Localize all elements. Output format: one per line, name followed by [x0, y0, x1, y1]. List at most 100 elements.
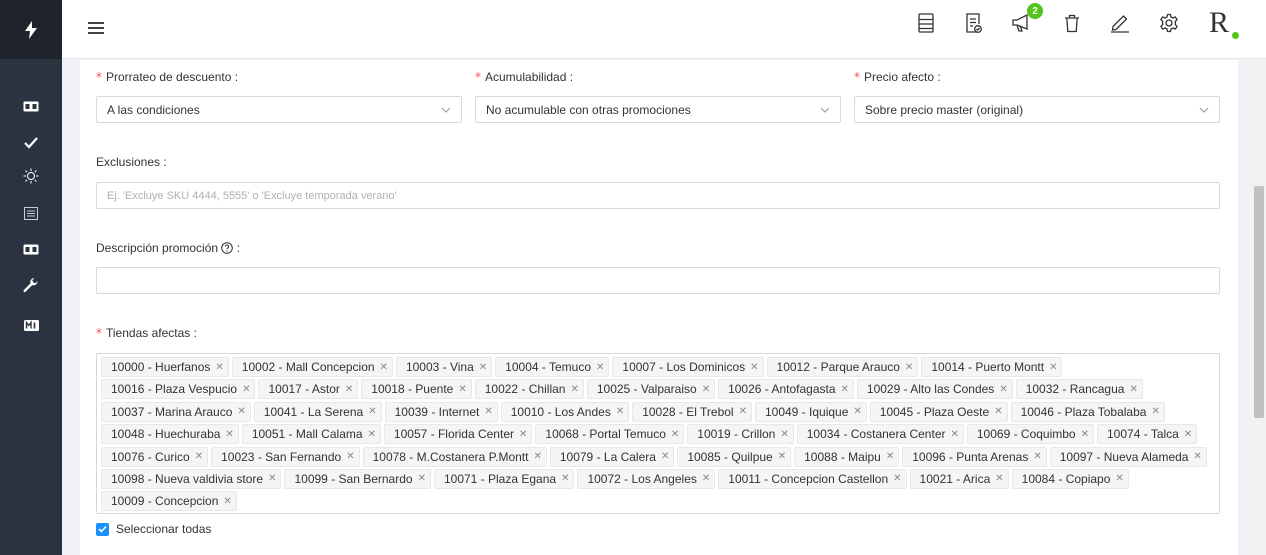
prorrateo-select[interactable]: A las condiciones	[96, 96, 462, 123]
descripcion-input[interactable]	[96, 267, 1220, 294]
remove-tag-icon[interactable]: ✕	[570, 384, 578, 395]
remove-tag-icon[interactable]: ✕	[853, 406, 861, 417]
remove-tag-icon[interactable]: ✕	[994, 406, 1002, 417]
delete-button[interactable]	[1061, 11, 1083, 35]
store-tag-label: 10032 - Rancagua	[1025, 382, 1125, 397]
remove-tag-icon[interactable]: ✕	[223, 496, 231, 507]
remove-tag-icon[interactable]: ✕	[561, 473, 569, 484]
store-tag-label: 10011 - Concepcion Castellon	[728, 471, 889, 486]
sidebar-item-tools[interactable]	[0, 273, 62, 297]
store-tag: 10017 - Astor ✕	[258, 379, 359, 400]
remove-tag-icon[interactable]: ✕	[484, 406, 492, 417]
sidebar	[0, 0, 62, 555]
sidebar-item-mi[interactable]	[0, 313, 62, 337]
store-tag: 10078 - M.Costanera P.Montt ✕	[362, 446, 547, 467]
remove-tag-icon[interactable]: ✕	[950, 429, 958, 440]
remove-tag-icon[interactable]: ✕	[215, 362, 223, 373]
edit-button[interactable]	[1109, 11, 1131, 35]
chevron-down-icon	[441, 107, 451, 113]
store-tag-label: 10078 - M.Costanera P.Montt	[372, 449, 529, 464]
remove-tag-icon[interactable]: ✕	[616, 406, 624, 417]
remove-tag-icon[interactable]: ✕	[780, 429, 788, 440]
document-check-button[interactable]	[963, 11, 985, 35]
sidebar-item-tickets[interactable]	[0, 94, 62, 118]
remove-tag-icon[interactable]: ✕	[479, 362, 487, 373]
remove-tag-icon[interactable]: ✕	[242, 384, 250, 395]
remove-tag-icon[interactable]: ✕	[1184, 429, 1192, 440]
remove-tag-icon[interactable]: ✕	[671, 429, 679, 440]
check-icon	[24, 137, 38, 149]
remove-tag-icon[interactable]: ✕	[346, 451, 354, 462]
store-tag-label: 10009 - Concepcion	[111, 494, 219, 509]
sun-icon	[23, 168, 39, 184]
remove-tag-icon[interactable]: ✕	[999, 384, 1007, 395]
pencil-icon	[1111, 14, 1129, 33]
remove-tag-icon[interactable]: ✕	[1049, 362, 1057, 373]
remove-tag-icon[interactable]: ✕	[841, 384, 849, 395]
lightning-icon	[25, 20, 37, 39]
store-tag-label: 10049 - Iquique	[764, 404, 849, 419]
remove-tag-icon[interactable]: ✕	[418, 473, 426, 484]
scrollbar-thumb[interactable]	[1254, 186, 1264, 418]
store-tag: 10021 - Arica ✕	[909, 468, 1009, 489]
remove-tag-icon[interactable]: ✕	[458, 384, 466, 395]
sidebar-logo[interactable]	[0, 0, 62, 59]
store-tag-label: 10037 - Marina Arauco	[111, 404, 233, 419]
remove-tag-icon[interactable]: ✕	[661, 451, 669, 462]
remove-tag-icon[interactable]: ✕	[533, 451, 541, 462]
user-logo[interactable]: R	[1209, 6, 1229, 40]
store-tag-label: 10084 - Copiapo	[1021, 471, 1111, 486]
remove-tag-icon[interactable]: ✕	[225, 429, 233, 440]
remove-tag-icon[interactable]: ✕	[195, 451, 203, 462]
store-tag-label: 10048 - Huechuraba	[111, 427, 221, 442]
exclusiones-input[interactable]	[96, 182, 1220, 209]
remove-tag-icon[interactable]: ✕	[1115, 473, 1123, 484]
tiendas-label: * Tiendas afectas :	[96, 326, 197, 340]
tiendas-multiselect[interactable]: 10000 - Huerfanos ✕ 10002 - Mall Concepcio…	[96, 353, 1220, 514]
select-all-checkbox-row[interactable]: Seleccionar todas	[96, 522, 211, 536]
remove-tag-icon[interactable]: ✕	[1033, 451, 1041, 462]
remove-tag-icon[interactable]: ✕	[237, 406, 245, 417]
settings-button[interactable]	[1158, 11, 1180, 35]
acumulabilidad-value: No acumulable con otras promociones	[486, 102, 691, 117]
select-all-checkbox[interactable]	[96, 522, 109, 536]
store-tag: 10011 - Concepcion Castellon ✕	[718, 468, 907, 489]
precio-afecto-select[interactable]: Sobre precio master (original)	[854, 96, 1220, 123]
store-tag-label: 10098 - Nueva valdivia store	[111, 471, 264, 486]
store-tag: 10085 - Quilpue ✕	[677, 446, 792, 467]
sidebar-item-list[interactable]	[0, 201, 62, 225]
sidebar-item-approvals[interactable]	[0, 131, 62, 155]
remove-tag-icon[interactable]: ✕	[886, 451, 894, 462]
remove-tag-icon[interactable]: ✕	[702, 473, 710, 484]
remove-tag-icon[interactable]: ✕	[368, 429, 376, 440]
remove-tag-icon[interactable]: ✕	[1193, 451, 1201, 462]
remove-tag-icon[interactable]: ✕	[519, 429, 527, 440]
remove-tag-icon[interactable]: ✕	[1129, 384, 1137, 395]
remove-tag-icon[interactable]: ✕	[995, 473, 1003, 484]
remove-tag-icon[interactable]: ✕	[702, 384, 710, 395]
remove-tag-icon[interactable]: ✕	[368, 406, 376, 417]
remove-tag-icon[interactable]: ✕	[778, 451, 786, 462]
menu-toggle-icon[interactable]	[88, 22, 104, 36]
remove-tag-icon[interactable]: ✕	[905, 362, 913, 373]
remove-tag-icon[interactable]: ✕	[268, 473, 276, 484]
sidebar-item-tickets-2[interactable]	[0, 237, 62, 261]
store-tag-label: 10003 - Vina	[405, 360, 474, 374]
sidebar-item-settings-sun[interactable]	[0, 164, 62, 188]
remove-tag-icon[interactable]: ✕	[893, 473, 901, 484]
notification-badge: 2	[1027, 3, 1043, 19]
remove-tag-icon[interactable]: ✕	[596, 362, 604, 373]
remove-tag-icon[interactable]: ✕	[345, 384, 353, 395]
store-tag-label: 10085 - Quilpue	[687, 449, 773, 464]
remove-tag-icon[interactable]: ✕	[1151, 406, 1159, 417]
store-tag: 10071 - Plaza Egana ✕	[433, 468, 575, 489]
notifications-button[interactable]: 2	[1011, 3, 1043, 35]
store-tag: 10072 - Los Angeles ✕	[577, 468, 716, 489]
acumulabilidad-select[interactable]: No acumulable con otras promociones	[475, 96, 841, 123]
remove-tag-icon[interactable]: ✕	[1081, 429, 1089, 440]
remove-tag-icon[interactable]: ✕	[380, 362, 388, 373]
remove-tag-icon[interactable]: ✕	[739, 406, 747, 417]
remove-tag-icon[interactable]: ✕	[750, 362, 758, 373]
report-icon-button[interactable]	[915, 11, 937, 35]
question-circle-icon[interactable]	[221, 242, 234, 254]
